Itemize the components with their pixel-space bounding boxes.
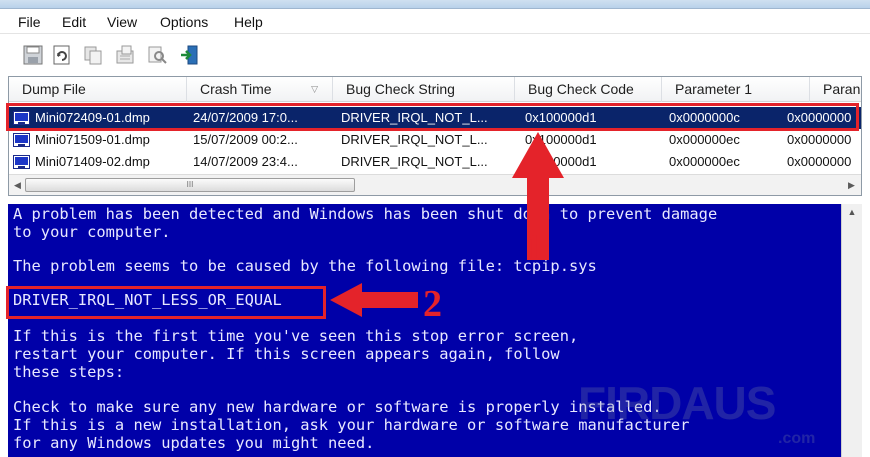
cell-parameter-2: 0x0000000: [787, 132, 852, 147]
vertical-scrollbar[interactable]: ▲: [841, 204, 862, 457]
bsod-text-line: these steps:: [13, 363, 125, 381]
menu-view[interactable]: View: [107, 14, 137, 30]
scroll-left-icon[interactable]: ◀: [9, 175, 26, 195]
copy-icon[interactable]: [82, 44, 104, 66]
bsod-text-line: for any Windows updates you might need.: [13, 434, 375, 452]
cell-dump-file: Mini071409-02.dmp: [35, 154, 150, 169]
column-header-crash-time-label: Crash Time: [200, 81, 272, 97]
sort-arrow-icon: ▽: [311, 84, 318, 94]
menu-help[interactable]: Help: [234, 14, 263, 30]
table-row[interactable]: Mini071509-01.dmp 15/07/2009 00:2... DRI…: [9, 129, 861, 151]
bsod-text-line: If this is the first time you've seen th…: [13, 327, 579, 345]
scroll-up-icon[interactable]: ▲: [842, 204, 862, 221]
cell-parameter-1: 0x000000ec: [669, 154, 740, 169]
scroll-right-icon[interactable]: ▶: [843, 175, 860, 195]
bsod-text-line: to your computer.: [13, 223, 171, 241]
bsod-text-line: restart your computer. If this screen ap…: [13, 345, 560, 363]
menu-options[interactable]: Options: [160, 14, 208, 30]
cell-crash-time: 15/07/2009 00:2...: [193, 132, 298, 147]
bsod-text-line: A problem has been detected and Windows …: [13, 205, 718, 223]
find-icon[interactable]: [146, 44, 168, 66]
dump-file-icon: [13, 155, 30, 169]
cell-crash-time: 14/07/2009 23:4...: [193, 154, 298, 169]
save-icon[interactable]: [22, 44, 44, 66]
table-row[interactable]: Mini071409-02.dmp 14/07/2009 23:4... DRI…: [9, 151, 861, 173]
exit-icon[interactable]: [179, 44, 201, 66]
horizontal-scrollbar[interactable]: ◀ III ▶: [9, 174, 861, 195]
column-header-dump-file[interactable]: Dump File: [9, 77, 187, 102]
list-header: Dump File Crash Time ▽ Bug Check String …: [9, 77, 861, 102]
scroll-thumb[interactable]: III: [25, 178, 355, 192]
properties-icon[interactable]: [114, 44, 136, 66]
watermark-domain: .com: [778, 430, 816, 447]
highlight-box-error-code: [6, 286, 326, 319]
column-header-crash-time[interactable]: Crash Time ▽: [187, 77, 333, 102]
cell-parameter-2: 0x0000000: [787, 154, 852, 169]
toolbar: [0, 34, 870, 74]
annotation-number-2: 2: [423, 283, 442, 325]
crash-dump-list: Dump File Crash Time ▽ Bug Check String …: [8, 76, 862, 196]
highlight-box-selected-row: [6, 103, 859, 131]
menu-edit[interactable]: Edit: [62, 14, 86, 30]
menu-file[interactable]: File: [18, 14, 41, 30]
column-header-bug-check-string[interactable]: Bug Check String: [333, 77, 515, 102]
annotation-arrow-left: [330, 283, 418, 317]
cell-parameter-1: 0x000000ec: [669, 132, 740, 147]
dump-file-icon: [13, 133, 30, 147]
window-title-bar: [0, 0, 870, 9]
annotation-number-1: 1: [524, 227, 543, 269]
cell-dump-file: Mini071509-01.dmp: [35, 132, 150, 147]
menu-bar: File Edit View Options Help: [0, 9, 870, 34]
watermark-logo: FIRDAUS: [578, 377, 776, 429]
column-header-parameter-1[interactable]: Parameter 1: [662, 77, 810, 102]
cell-bug-check-string: DRIVER_IRQL_NOT_L...: [341, 154, 488, 169]
refresh-icon[interactable]: [51, 44, 73, 66]
column-header-bug-check-code[interactable]: Bug Check Code: [515, 77, 662, 102]
cell-bug-check-string: DRIVER_IRQL_NOT_L...: [341, 132, 488, 147]
column-header-parameter-2[interactable]: Paran: [810, 77, 861, 102]
bsod-text-line: Check to make sure any new hardware or s…: [13, 398, 662, 416]
